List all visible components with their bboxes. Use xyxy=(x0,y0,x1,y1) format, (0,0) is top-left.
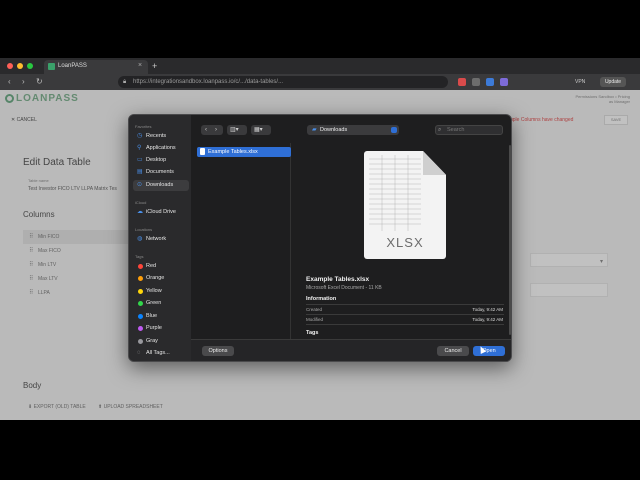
vpn-badge[interactable]: VPN xyxy=(575,77,585,87)
sidebar-all-tags[interactable]: ◌ All Tags... xyxy=(133,348,189,359)
sidebar-tag-red[interactable]: Red xyxy=(133,261,189,272)
preview-file-kind: Microsoft Excel Document - 11 KB xyxy=(306,285,382,291)
downloads-icon: ⊙ xyxy=(137,182,143,188)
documents-icon: ▤ xyxy=(137,169,143,175)
divider xyxy=(306,324,504,325)
tags-heading: Tags xyxy=(306,330,319,336)
sidebar-item-network[interactable]: ◍ Network xyxy=(133,234,189,245)
sidebar-item-label: Blue xyxy=(146,313,158,319)
sidebar-item-label: Documents xyxy=(146,169,174,175)
sidebar-tag-purple[interactable]: Purple xyxy=(133,323,189,334)
file-open-dialog: Favorites ◷ Recents ⚲ Applications ▭ Des… xyxy=(128,114,512,362)
all-tags-icon: ◌ xyxy=(137,350,141,356)
orange-tag-icon xyxy=(138,276,143,281)
information-heading: Information xyxy=(306,296,337,302)
sidebar-tag-blue[interactable]: Blue xyxy=(133,311,189,322)
icloud-section-label: iCloud xyxy=(135,200,147,205)
sidebar-item-icloud-drive[interactable]: ☁ iCloud Drive xyxy=(133,207,189,218)
sidebar-item-downloads[interactable]: ⊙ Downloads xyxy=(133,180,189,191)
sidebar-item-label: Downloads xyxy=(146,182,174,188)
sidebar-item-label: Purple xyxy=(146,325,162,331)
forward-button[interactable]: › xyxy=(22,76,25,88)
location-label: Downloads xyxy=(320,127,348,133)
sidebar-tag-yellow[interactable]: Yellow xyxy=(133,286,189,297)
tab-close-icon[interactable]: × xyxy=(138,61,142,71)
folder-icon: ▰ xyxy=(312,127,317,133)
screen: LoanPASS × + ‹ › ↻ 🔒︎ https://integratio… xyxy=(0,0,640,480)
dialog-sidebar: Favorites ◷ Recents ⚲ Applications ▭ Des… xyxy=(129,115,191,361)
purple-tag-icon xyxy=(138,326,143,331)
spreadsheet-thumbnail-icon xyxy=(369,155,421,231)
sidebar-item-label: Applications xyxy=(146,145,176,151)
created-label: Created xyxy=(306,307,323,312)
browser-update-button[interactable]: Update xyxy=(600,77,626,87)
reload-button[interactable]: ↻ xyxy=(36,76,43,88)
red-tag-icon xyxy=(138,264,143,269)
search-placeholder: Search xyxy=(447,127,465,133)
sidebar-item-label: Gray xyxy=(146,338,158,344)
preview-scrollbar[interactable] xyxy=(509,145,511,335)
file-icon xyxy=(200,148,205,155)
sidebar-item-label: All Tags... xyxy=(146,350,170,356)
file-name: Example Tables.xlsx xyxy=(208,149,258,155)
divider xyxy=(306,304,504,305)
extension-icon[interactable] xyxy=(500,78,508,86)
sidebar-item-recents[interactable]: ◷ Recents xyxy=(133,131,189,142)
created-value: Today, 9:42 AM xyxy=(472,307,503,312)
back-button[interactable]: ‹ xyxy=(8,76,11,88)
cancel-button[interactable]: Cancel xyxy=(437,346,469,356)
url-text: https://integrationsandbox.loanpass.io/c… xyxy=(133,79,284,85)
sidebar-item-label: Network xyxy=(146,236,167,242)
globe-icon: ◍ xyxy=(137,236,143,242)
chevron-updown-icon xyxy=(391,127,397,133)
divider xyxy=(306,314,504,315)
blue-tag-icon xyxy=(138,314,143,319)
modified-value: Today, 9:42 AM xyxy=(472,317,503,322)
tags-section-label: Tags xyxy=(135,254,144,259)
sidebar-item-label: Yellow xyxy=(146,288,162,294)
sidebar-item-label: Red xyxy=(146,263,157,269)
preview-file-name: Example Tables.xlsx xyxy=(306,276,370,283)
close-window-button[interactable] xyxy=(7,63,13,69)
sidebar-item-label: Recents xyxy=(146,133,167,139)
modified-label: Modified xyxy=(306,317,324,322)
sidebar-item-label: Desktop xyxy=(146,157,167,163)
sidebar-tag-gray[interactable]: Gray xyxy=(133,336,189,347)
gray-tag-icon xyxy=(138,339,143,344)
sidebar-item-label: Green xyxy=(146,300,162,306)
loanpass-favicon-icon xyxy=(48,63,55,70)
options-button[interactable]: Options xyxy=(202,346,234,356)
zoom-window-button[interactable] xyxy=(27,63,33,69)
forward-icon[interactable]: › xyxy=(215,125,217,135)
favorites-section-label: Favorites xyxy=(135,124,152,129)
file-list-column xyxy=(193,143,291,339)
clock-icon: ◷ xyxy=(137,133,143,139)
sidebar-item-documents[interactable]: ▤ Documents xyxy=(133,167,189,178)
extension-icon[interactable] xyxy=(486,78,494,86)
search-input[interactable] xyxy=(435,125,503,135)
green-tag-icon xyxy=(138,301,143,306)
sidebar-tag-green[interactable]: Green xyxy=(133,298,189,309)
cloud-icon: ☁ xyxy=(137,209,143,215)
search-icon: ⌕ xyxy=(438,127,442,133)
columns-view-icon: ▥▾ xyxy=(230,127,239,133)
lock-icon: 🔒︎ xyxy=(123,79,127,85)
tab-title: LoanPASS xyxy=(58,63,87,69)
yellow-tag-icon xyxy=(138,289,143,294)
new-tab-button[interactable]: + xyxy=(152,60,157,72)
sidebar-item-label: iCloud Drive xyxy=(146,209,176,215)
sidebar-tag-orange[interactable]: Orange xyxy=(133,273,189,284)
minimize-window-button[interactable] xyxy=(17,63,23,69)
sidebar-item-applications[interactable]: ⚲ Applications xyxy=(133,143,189,154)
sidebar-item-label: Orange xyxy=(146,275,165,281)
extension-icon[interactable] xyxy=(458,78,466,86)
xlsx-type-label: XLSX xyxy=(386,235,424,250)
applications-icon: ⚲ xyxy=(137,145,142,151)
back-icon[interactable]: ‹ xyxy=(205,125,207,135)
desktop-icon: ▭ xyxy=(137,157,143,163)
locations-section-label: Locations xyxy=(135,227,153,232)
extension-icon[interactable] xyxy=(472,78,480,86)
sidebar-item-desktop[interactable]: ▭ Desktop xyxy=(133,155,189,166)
group-icon: ▦▾ xyxy=(254,127,263,133)
